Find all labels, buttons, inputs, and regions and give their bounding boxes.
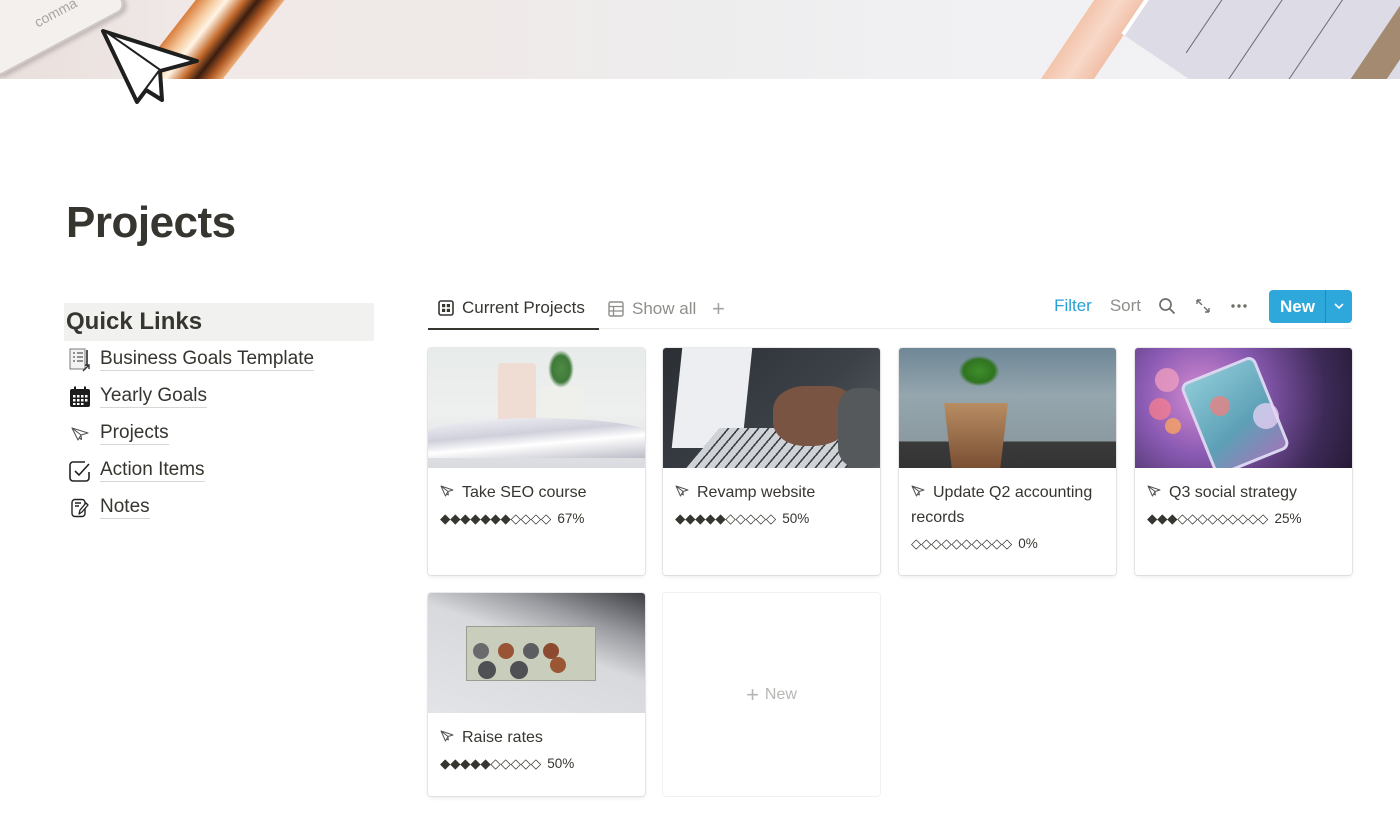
progress-percent: 0%	[1018, 536, 1038, 551]
sort-button[interactable]: Sort	[1110, 296, 1141, 316]
progress-indicator: ◆◆◆◆◆◇◇◇◇◇ 50%	[440, 756, 633, 772]
paper-plane-icon	[911, 485, 925, 497]
calendar-icon	[68, 385, 92, 409]
quick-link-projects[interactable]: Projects	[64, 415, 374, 452]
paper-plane-icon	[675, 485, 689, 497]
paper-plane-icon	[1147, 485, 1161, 497]
new-button[interactable]: New	[1269, 290, 1325, 323]
tab-label: Current Projects	[462, 298, 585, 317]
new-card-button[interactable]: + New	[663, 593, 880, 796]
progress-indicator: ◆◆◆◇◇◇◇◇◇◇◇◇ 25%	[1147, 511, 1340, 527]
project-card[interactable]: Raise rates ◆◆◆◆◆◇◇◇◇◇ 50%	[428, 593, 645, 796]
paper-plane-icon[interactable]	[100, 28, 204, 106]
project-card[interactable]: Q3 social strategy ◆◆◆◇◇◇◇◇◇◇◇◇ 25%	[1135, 348, 1352, 575]
add-view-button[interactable]: +	[712, 288, 725, 329]
quick-link-label[interactable]: Notes	[100, 496, 150, 519]
new-dropdown-button[interactable]	[1325, 289, 1352, 323]
paper-plane-icon	[68, 422, 92, 446]
expand-icon[interactable]	[1193, 296, 1213, 316]
chevron-down-icon	[1334, 303, 1344, 310]
card-cover-image	[1135, 348, 1352, 468]
progress-percent: 50%	[782, 511, 810, 526]
card-title: Q3 social strategy	[1169, 484, 1298, 501]
plus-icon: +	[746, 681, 759, 707]
project-card[interactable]: Update Q2 accounting records ◇◇◇◇◇◇◇◇◇◇ …	[899, 348, 1116, 575]
progress-diamonds: ◆◆◆◆◆◇◇◇◇◇	[440, 756, 541, 771]
checkbox-icon	[68, 459, 92, 483]
quick-link-business-goals-template[interactable]: Business Goals Template	[64, 341, 374, 378]
card-title: Update Q2 accounting records	[911, 484, 1093, 526]
card-cover-image	[428, 593, 645, 713]
table-icon	[608, 300, 624, 317]
quick-link-label[interactable]: Projects	[100, 422, 169, 445]
progress-diamonds: ◇◇◇◇◇◇◇◇◇◇	[911, 536, 1012, 551]
filter-button[interactable]: Filter	[1054, 296, 1092, 316]
quick-link-action-items[interactable]: Action Items	[64, 452, 374, 489]
progress-diamonds: ◆◆◆◇◇◇◇◇◇◇◇◇	[1147, 511, 1268, 526]
quick-link-label[interactable]: Yearly Goals	[100, 385, 208, 408]
gallery-icon	[438, 300, 454, 316]
tab-current-projects[interactable]: Current Projects	[428, 288, 599, 330]
card-cover-image	[663, 348, 880, 468]
progress-percent: 25%	[1274, 511, 1302, 526]
new-button-group: New	[1269, 289, 1352, 323]
page-cover-image[interactable]: comma	[0, 0, 1400, 79]
progress-indicator: ◆◆◆◆◆◆◆◇◇◇◇ 67%	[440, 511, 633, 527]
progress-diamonds: ◆◆◆◆◆◆◆◇◇◇◇	[440, 511, 551, 526]
card-title: Revamp website	[697, 484, 816, 501]
quick-link-label[interactable]: Business Goals Template	[100, 348, 315, 371]
new-card-label: New	[764, 685, 797, 703]
template-doc-icon	[68, 348, 92, 372]
tab-label: Show all	[632, 298, 697, 318]
project-card[interactable]: Revamp website ◆◆◆◆◆◇◇◇◇◇ 50%	[663, 348, 880, 575]
database-toolbar: Filter Sort New	[1054, 289, 1352, 323]
quick-link-yearly-goals[interactable]: Yearly Goals	[64, 378, 374, 415]
project-card[interactable]: Take SEO course ◆◆◆◆◆◆◆◇◇◇◇ 67%	[428, 348, 645, 575]
quick-link-label[interactable]: Action Items	[100, 459, 205, 482]
more-icon[interactable]	[1229, 296, 1249, 316]
progress-diamonds: ◆◆◆◆◆◇◇◇◇◇	[675, 511, 776, 526]
card-title: Take SEO course	[462, 484, 587, 501]
progress-indicator: ◇◇◇◇◇◇◇◇◇◇ 0%	[911, 536, 1104, 552]
tab-show-all[interactable]: Show all	[608, 288, 696, 329]
search-icon[interactable]	[1157, 296, 1177, 316]
card-cover-image	[428, 348, 645, 468]
progress-percent: 67%	[557, 511, 585, 526]
progress-indicator: ◆◆◆◆◆◇◇◇◇◇ 50%	[675, 511, 868, 527]
card-title: Raise rates	[462, 729, 543, 746]
quick-links: Quick Links Business Goals Template Year…	[64, 303, 374, 526]
quick-link-notes[interactable]: Notes	[64, 489, 374, 526]
progress-percent: 50%	[547, 756, 575, 771]
quick-links-heading: Quick Links	[64, 303, 374, 341]
note-icon	[68, 496, 92, 520]
paper-plane-icon	[440, 730, 454, 742]
paper-plane-icon	[440, 485, 454, 497]
card-cover-image	[899, 348, 1116, 468]
page-title[interactable]: Projects	[66, 198, 236, 248]
